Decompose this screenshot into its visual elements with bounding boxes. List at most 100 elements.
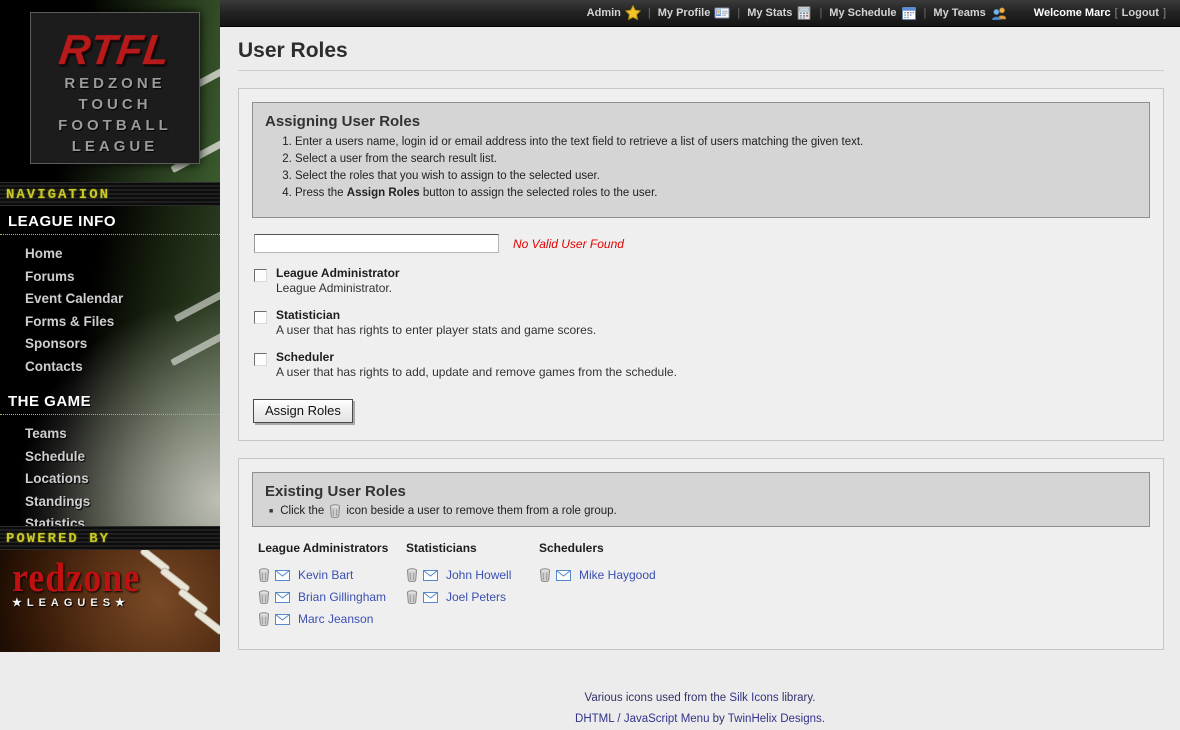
user-link[interactable]: Joel Peters [446,590,506,604]
email-icon [275,592,290,603]
user-row: Marc Jeanson [258,608,406,630]
bin-icon [406,568,418,582]
step-item: Select the roles that you wish to assign… [295,170,1137,182]
assigning-user-roles-header: Assigning User Roles Enter a users name,… [252,102,1150,218]
user-link[interactable]: John Howell [446,568,511,582]
user-search-input[interactable] [254,234,499,253]
role-option-statistician: Statistician A user that has rights to e… [252,308,1150,337]
dhtml-menu-link[interactable]: DHTML / JavaScript Menu [575,713,709,725]
twinhelix-link[interactable]: TwinHelix Designs [728,713,822,725]
user-row: John Howell [406,564,539,586]
topbar-item-my-schedule[interactable]: My Schedule [829,5,916,21]
step-item: Select a user from the search result lis… [295,153,1137,165]
league-administrator-checkbox[interactable] [254,269,267,282]
remove-user-button[interactable] [258,568,270,582]
navigation-led-bar: NAVIGATION [0,182,220,206]
role-groups: League Administrators Kevin Bart Brian G… [258,541,1150,630]
user-search-row: No Valid User Found [254,234,1150,253]
rtfl-logo-line: FOOTBALL [31,115,199,136]
topbar-my-schedule-label: My Schedule [829,7,896,19]
email-user-button[interactable] [423,592,438,603]
topbar-admin-label: Admin [587,7,621,19]
role-name: Statistician [276,308,596,322]
remove-role-note: ■ Click the icon beside a user to remove… [265,504,1137,518]
user-link[interactable]: Brian Gillingham [298,590,386,604]
rtfl-logo-acronym: RTFL [28,27,202,73]
email-icon [275,570,290,581]
role-description: A user that has rights to add, update an… [276,365,677,379]
email-icon [423,592,438,603]
rtfl-logo-line: REDZONE [31,73,199,94]
sidebar-field-background: RTFL REDZONE TOUCH FOOTBALL LEAGUE [0,0,220,182]
step-text: button to assign the selected roles to t… [420,187,658,199]
group-title: Statisticians [406,541,539,555]
rtfl-logo[interactable]: RTFL REDZONE TOUCH FOOTBALL LEAGUE [30,12,200,164]
bin-icon [258,590,270,604]
sidebar-item-event-calendar[interactable]: Event Calendar [0,288,220,311]
footer-text: Various icons used from the [585,692,730,704]
topbar-item-my-profile[interactable]: My Profile [658,5,731,21]
remove-user-button[interactable] [406,568,418,582]
assign-roles-button[interactable]: Assign Roles [253,399,353,423]
no-valid-user-message: No Valid User Found [513,237,624,251]
topbar-my-teams-label: My Teams [933,7,985,19]
sidebar-section-the-game: THE GAME [0,386,220,415]
group-schedulers: Schedulers Mike Haygood [539,541,656,630]
bin-icon [329,504,341,518]
sidebar-item-standings[interactable]: Standings [0,491,220,514]
remove-user-button[interactable] [539,568,551,582]
sidebar-item-locations[interactable]: Locations [0,468,220,491]
email-user-button[interactable] [423,570,438,581]
logout-link[interactable]: Logout [1122,7,1159,19]
user-row: Kevin Bart [258,564,406,586]
topbar-separator: | [819,7,822,19]
user-link[interactable]: Kevin Bart [298,568,353,582]
remove-user-button[interactable] [406,590,418,604]
remove-user-button[interactable] [258,590,270,604]
assigning-user-roles-panel: Assigning User Roles Enter a users name,… [238,88,1164,441]
topbar-separator: | [648,7,651,19]
user-row: Brian Gillingham [258,586,406,608]
sidebar-section-league-info: LEAGUE INFO [0,206,220,235]
assigning-title: Assigning User Roles [265,113,1137,130]
football-lace [193,608,220,635]
group-icon [990,5,1008,21]
email-user-button[interactable] [275,570,290,581]
email-user-button[interactable] [275,592,290,603]
topbar-item-my-stats[interactable]: My Stats [747,5,812,21]
page-title: User Roles [238,39,1164,71]
topbar: Admin | My Profile | My Stats | My Sched… [220,0,1180,27]
sidebar-item-forums[interactable]: Forums [0,266,220,289]
silk-icons-link[interactable]: Silk Icons [729,692,778,704]
sidebar-item-home[interactable]: Home [0,243,220,266]
topbar-separator: | [924,7,927,19]
topbar-my-profile-label: My Profile [658,7,711,19]
step-bold-text: Assign Roles [347,187,420,199]
email-user-button[interactable] [556,570,571,581]
sidebar-menu: LEAGUE INFO Home Forums Event Calendar F… [0,206,220,526]
bin-icon [258,568,270,582]
sidebar: RTFL REDZONE TOUCH FOOTBALL LEAGUE NAVIG… [0,0,220,649]
sidebar-item-teams[interactable]: Teams [0,423,220,446]
user-link[interactable]: Marc Jeanson [298,612,373,626]
group-statisticians: Statisticians John Howell Joel Peters [406,541,539,630]
logout-bracket: [ [1115,7,1118,19]
rtfl-logo-line: LEAGUE [31,136,199,157]
topbar-my-stats-label: My Stats [747,7,792,19]
topbar-item-my-teams[interactable]: My Teams [933,5,1007,21]
scheduler-checkbox[interactable] [254,353,267,366]
logout-bracket: ] [1163,7,1166,19]
statistician-checkbox[interactable] [254,311,267,324]
topbar-item-admin[interactable]: Admin [587,5,641,21]
group-league-administrators: League Administrators Kevin Bart Brian G… [258,541,406,630]
footer-text: by [709,713,727,725]
powered-by-led-bar: POWERED BY [0,526,220,550]
existing-user-roles-panel: Existing User Roles ■ Click the icon bes… [238,458,1164,650]
remove-user-button[interactable] [258,612,270,626]
footer-credit-menu: DHTML / JavaScript Menu by TwinHelix Des… [220,709,1180,730]
user-link[interactable]: Mike Haygood [579,568,656,582]
email-icon [556,570,571,581]
email-user-button[interactable] [275,614,290,625]
sidebar-item-statistics[interactable]: Statistics [0,513,220,526]
sidebar-item-schedule[interactable]: Schedule [0,446,220,469]
